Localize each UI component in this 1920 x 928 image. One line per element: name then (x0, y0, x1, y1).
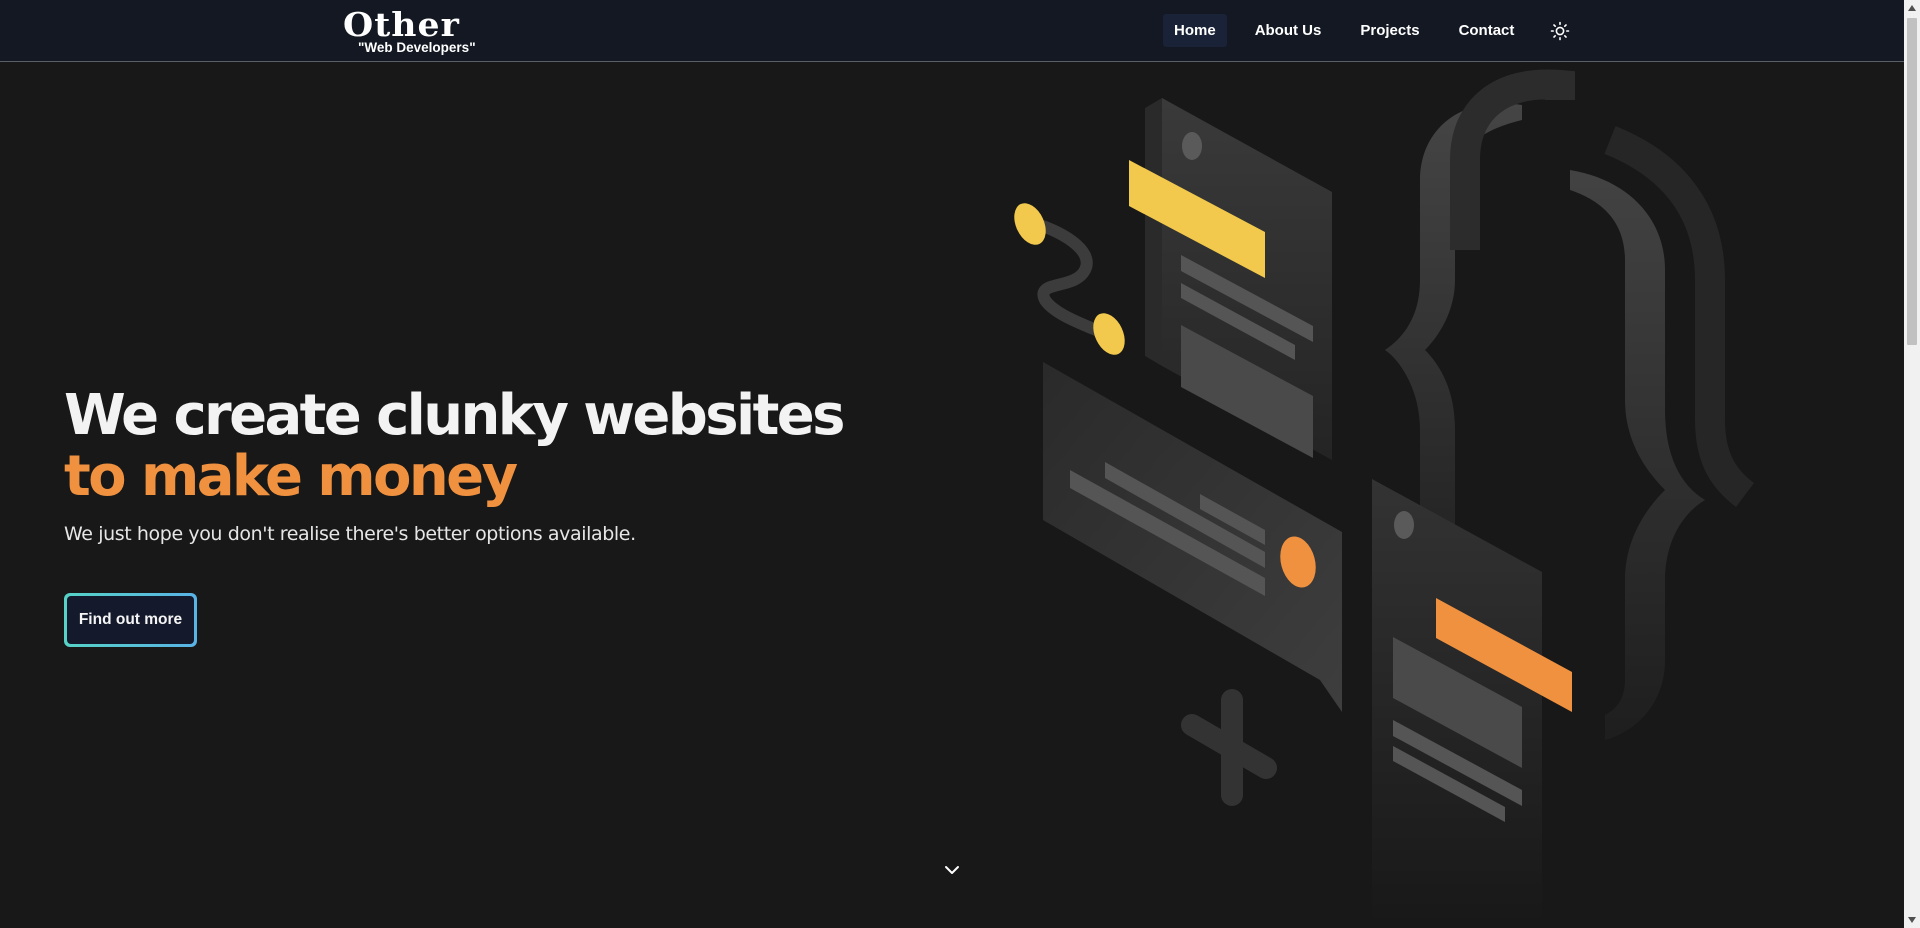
hero-section: We create clunky websites to make money … (64, 383, 845, 545)
nav-projects[interactable]: Projects (1349, 14, 1430, 47)
nav-home[interactable]: Home (1163, 14, 1227, 47)
find-out-more-button[interactable]: Find out more (64, 593, 197, 647)
triangle-down-icon (1908, 917, 1916, 923)
scroll-down-button[interactable] (942, 860, 962, 880)
hero-title-line2: to make money (64, 444, 518, 509)
hero-illustration (1014, 69, 1755, 928)
plus-shape (1181, 689, 1277, 806)
sun-icon (1550, 21, 1570, 40)
theme-toggle-button[interactable] (1543, 14, 1576, 47)
scroll-down-arrow[interactable] (1904, 912, 1920, 928)
hero-subtitle: We just hope you don't realise there's b… (64, 523, 636, 545)
hero-title-line1: We create clunky websites (64, 383, 845, 448)
main-nav: Home About Us Projects Contact (1163, 14, 1576, 47)
nav-contact[interactable]: Contact (1448, 14, 1526, 47)
nav-about-us[interactable]: About Us (1244, 14, 1333, 47)
brace-right-shape (1570, 170, 1705, 740)
vertical-scrollbar[interactable] (1904, 0, 1920, 928)
chevron-down-icon (945, 866, 959, 874)
triangle-up-icon (1908, 5, 1916, 11)
find-out-more-label: Find out more (67, 596, 194, 644)
scrollbar-thumb[interactable] (1907, 18, 1917, 345)
scroll-up-arrow[interactable] (1904, 0, 1920, 16)
top-navbar: Other "Web Developers" Home About Us Pro… (0, 0, 1904, 62)
site-logo[interactable]: Other "Web Developers" (343, 8, 476, 55)
logo-title: Other (343, 5, 460, 44)
